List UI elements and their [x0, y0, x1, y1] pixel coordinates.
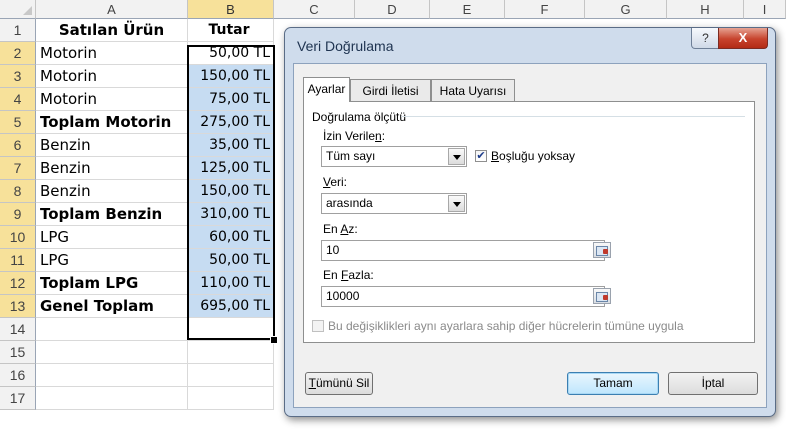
table-cell[interactable]: Benzin [36, 157, 188, 180]
data-validation-dialog: Veri Doğrulama ? X Ayarlar Girdi İletisi… [284, 27, 776, 417]
tab-settings[interactable]: Ayarlar [303, 77, 350, 102]
apply-all-checkbox[interactable] [312, 320, 324, 332]
table-cell[interactable]: 150,00 TL [188, 65, 274, 88]
chevron-down-icon[interactable] [448, 195, 465, 212]
row-header[interactable]: 7 [0, 157, 36, 180]
ok-button[interactable]: Tamam [567, 372, 659, 395]
table-cell[interactable]: 150,00 TL [188, 180, 274, 203]
tab-input-message[interactable]: Girdi İletisi [350, 79, 431, 101]
header-cell[interactable]: Tutar [188, 19, 274, 42]
table-cell[interactable]: 275,00 TL [188, 111, 274, 134]
table-cell[interactable]: Toplam Benzin [36, 203, 188, 226]
dialog-title: Veri Doğrulama [297, 38, 394, 54]
row-header[interactable]: 14 [0, 318, 36, 341]
select-all-corner[interactable] [0, 0, 36, 19]
settings-panel: Doğrulama ölçütü İzin Verilen: Tüm sayı … [303, 101, 755, 343]
row-header[interactable]: 16 [0, 364, 36, 387]
table-cell[interactable]: Toplam LPG [36, 272, 188, 295]
dialog-body: Ayarlar Girdi İletisi Hata Uyarısı Doğru… [293, 63, 767, 408]
table-cell[interactable]: 60,00 TL [188, 226, 274, 249]
row-header[interactable]: 12 [0, 272, 36, 295]
ignore-blank-checkbox[interactable]: ✔ [475, 150, 487, 162]
column-header-h[interactable]: H [667, 0, 744, 19]
table-cell[interactable] [36, 364, 188, 387]
row-header[interactable]: 13 [0, 295, 36, 318]
row-header[interactable]: 1 [0, 19, 36, 42]
column-header-i[interactable]: I [744, 0, 786, 19]
group-divider [401, 116, 745, 117]
apply-all-label: Bu değişiklikleri aynı ayarlara sahip di… [328, 319, 684, 333]
table-cell[interactable]: Benzin [36, 180, 188, 203]
validation-criteria-label: Doğrulama ölçütü [312, 110, 407, 124]
column-header-f[interactable]: F [505, 0, 585, 19]
table-cell[interactable]: 310,00 TL [188, 203, 274, 226]
column-header-c[interactable]: C [274, 0, 355, 19]
table-cell[interactable]: Toplam Motorin [36, 111, 188, 134]
data-label: Veri: [323, 175, 348, 189]
ignore-blank-label: Boşluğu yoksay [491, 149, 576, 163]
column-header-e[interactable]: E [430, 0, 505, 19]
table-cell[interactable] [36, 341, 188, 364]
table-cell[interactable] [36, 387, 188, 410]
table-cell[interactable] [188, 364, 274, 387]
table-cell[interactable]: Genel Toplam [36, 295, 188, 318]
table-cell[interactable] [188, 387, 274, 410]
table-cell[interactable]: Motorin [36, 88, 188, 111]
table-cell[interactable]: Motorin [36, 65, 188, 88]
column-header-g[interactable]: G [585, 0, 667, 19]
column-header-b[interactable]: B [188, 0, 274, 19]
allow-select-value: Tüm sayı [326, 149, 376, 163]
table-cell[interactable]: 110,00 TL [188, 272, 274, 295]
row-header[interactable]: 15 [0, 341, 36, 364]
data-select-value: arasında [326, 196, 373, 210]
minimum-label: En Az: [323, 222, 358, 236]
data-select[interactable]: arasında [321, 193, 467, 214]
tab-error-alert[interactable]: Hata Uyarısı [431, 79, 515, 101]
table-cell[interactable]: 695,00 TL [188, 295, 274, 318]
cancel-button[interactable]: İptal [668, 372, 758, 395]
clear-all-button[interactable]: Tümünü Sil [305, 372, 373, 395]
row-header[interactable]: 11 [0, 249, 36, 272]
row-header[interactable]: 8 [0, 180, 36, 203]
collapse-dialog-icon[interactable] [593, 242, 611, 258]
row-header[interactable]: 10 [0, 226, 36, 249]
column-header-a[interactable]: A [36, 0, 188, 19]
chevron-down-icon[interactable] [448, 148, 465, 165]
row-header[interactable]: 5 [0, 111, 36, 134]
table-cell[interactable]: 50,00 TL [188, 42, 274, 65]
row-header[interactable]: 2 [0, 42, 36, 65]
table-cell[interactable] [188, 341, 274, 364]
row-header[interactable]: 4 [0, 88, 36, 111]
row-header[interactable]: 6 [0, 134, 36, 157]
table-cell[interactable]: 35,00 TL [188, 134, 274, 157]
table-cell[interactable] [188, 318, 274, 341]
help-button[interactable]: ? [691, 28, 720, 49]
table-cell[interactable]: Benzin [36, 134, 188, 157]
table-cell[interactable]: 125,00 TL [188, 157, 274, 180]
table-cell[interactable]: 75,00 TL [188, 88, 274, 111]
table-cell[interactable] [36, 318, 188, 341]
close-button[interactable]: X [718, 28, 768, 49]
fill-handle[interactable] [270, 336, 278, 344]
allow-label: İzin Verilen: [323, 129, 386, 143]
table-cell[interactable]: LPG [36, 249, 188, 272]
table-cell[interactable]: LPG [36, 226, 188, 249]
row-header[interactable]: 17 [0, 387, 36, 410]
maximum-label: En Fazla: [323, 268, 374, 282]
maximum-input[interactable]: 10000 [321, 286, 605, 307]
collapse-dialog-icon[interactable] [593, 288, 611, 304]
table-cell[interactable]: Motorin [36, 42, 188, 65]
table-cell[interactable]: 50,00 TL [188, 249, 274, 272]
minimum-input[interactable]: 10 [321, 240, 605, 261]
row-header[interactable]: 9 [0, 203, 36, 226]
row-header[interactable]: 3 [0, 65, 36, 88]
allow-select[interactable]: Tüm sayı [321, 146, 467, 167]
column-header-d[interactable]: D [355, 0, 430, 19]
header-cell[interactable]: Satılan Ürün [36, 19, 188, 42]
